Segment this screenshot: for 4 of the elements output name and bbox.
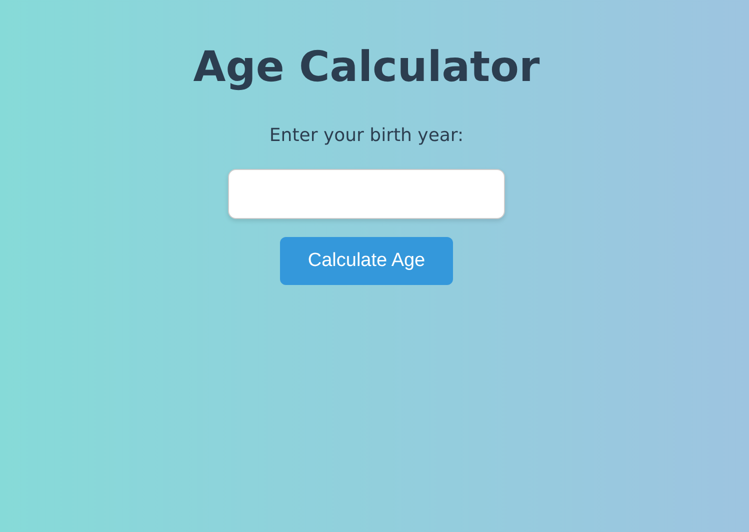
- page-title: Age Calculator: [193, 41, 540, 93]
- birth-year-field[interactable]: [228, 169, 505, 219]
- calculate-age-button[interactable]: Calculate Age: [280, 237, 453, 285]
- prompt-label: Enter your birth year:: [269, 124, 464, 148]
